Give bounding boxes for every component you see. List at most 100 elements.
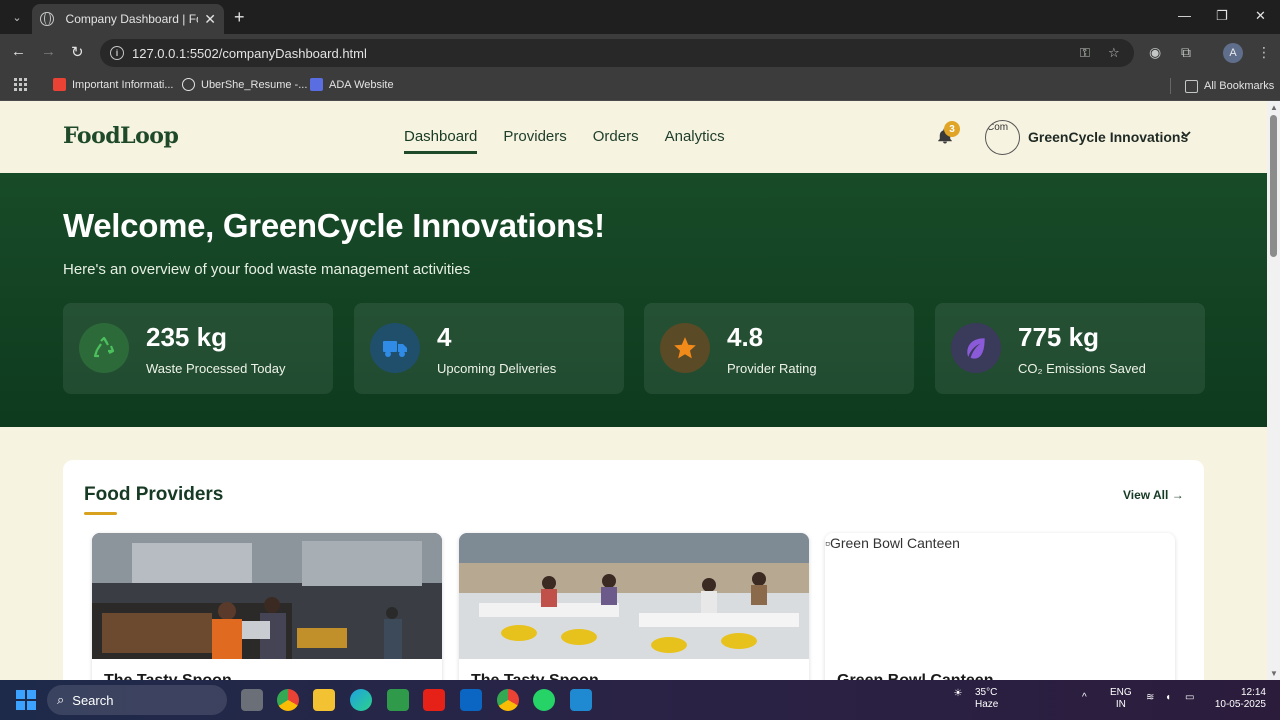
profile-avatar[interactable]: A	[1223, 43, 1243, 63]
view-all-link[interactable]: View All →	[1123, 488, 1184, 502]
whatsapp-icon[interactable]	[533, 689, 555, 711]
password-key-icon[interactable]: ⚿	[1080, 45, 1090, 61]
stat-value: 4	[437, 322, 452, 352]
language-indicator[interactable]: ENG IN	[1110, 687, 1132, 711]
all-bookmarks[interactable]: All Bookmarks	[1170, 78, 1274, 94]
extension-avatar-icon[interactable]: ◉	[1149, 44, 1161, 61]
browser-tab[interactable]: Company Dashboard | FoodLoop ✕	[32, 4, 224, 34]
provider-name: Green Bowl Canteen	[837, 672, 993, 680]
maximize-icon[interactable]: ❐	[1216, 8, 1228, 24]
section-title: Food Providers	[84, 484, 224, 505]
truck-icon	[370, 323, 420, 373]
vscode-icon[interactable]	[570, 689, 592, 711]
folder-icon	[1185, 79, 1198, 93]
leaf-icon	[951, 323, 1001, 373]
page-viewport: FoodLoop Dashboard Providers Orders Anal…	[0, 101, 1267, 680]
bookmark-item-resume[interactable]: UberShe_Resume -...	[182, 78, 307, 91]
scroll-down-icon[interactable]: ▼	[1270, 669, 1278, 678]
search-icon: ⌕	[57, 692, 65, 707]
scrollbar-thumb[interactable]	[1270, 115, 1277, 257]
nav-analytics[interactable]: Analytics	[665, 128, 725, 154]
main-nav: Dashboard Providers Orders Analytics	[404, 128, 725, 154]
star-icon	[660, 323, 710, 373]
youtube-icon[interactable]	[423, 689, 445, 711]
bookmark-label: ADA Website	[329, 78, 394, 91]
provider-card[interactable]: ▫Green Bowl Canteen Green Bowl Canteen	[825, 533, 1175, 680]
page-scrollbar[interactable]: ▲ ▼	[1267, 101, 1280, 680]
task-view-icon[interactable]	[241, 689, 263, 711]
site-info-icon[interactable]: i	[110, 46, 124, 60]
github-icon	[182, 78, 195, 91]
bookmark-label: Important Informati...	[72, 78, 174, 91]
region-code: IN	[1115, 699, 1126, 710]
minimize-icon[interactable]: —	[1178, 8, 1191, 23]
tray-overflow-icon[interactable]: ^	[1082, 692, 1087, 704]
reload-icon[interactable]: ↻	[71, 43, 84, 61]
browser-toolbar: ← → ↻ i 127.0.0.1:5502/companyDashboard.…	[0, 34, 1280, 72]
chevron-down-icon[interactable]	[1180, 128, 1192, 143]
tab-title: Company Dashboard | FoodLoop	[65, 12, 199, 26]
broken-image-alt: ▫Green Bowl Canteen	[825, 535, 960, 551]
new-tab-icon[interactable]: +	[234, 7, 245, 28]
forward-icon[interactable]: →	[41, 43, 56, 60]
stat-value: 775 kg	[1018, 322, 1099, 352]
chrome-icon[interactable]	[277, 689, 299, 711]
stat-card-waste: 235 kg Waste Processed Today	[63, 303, 333, 394]
food-providers-section: Food Providers View All → ▫Green Bowl Ca…	[63, 460, 1204, 680]
avatar-alt-text: Com	[987, 122, 1009, 133]
address-bar[interactable]: i 127.0.0.1:5502/companyDashboard.html	[100, 39, 1134, 67]
battery-icon[interactable]: ▭	[1185, 692, 1194, 704]
weather-widget[interactable]: 35°C Haze	[975, 687, 998, 711]
recycle-icon	[79, 323, 129, 373]
view-all-label: View All	[1123, 488, 1169, 502]
bookmark-item-important[interactable]: Important Informati...	[53, 78, 173, 91]
browser-tab-strip: ⌄ Company Dashboard | FoodLoop ✕ + — ❐ ✕	[0, 0, 1280, 34]
file-explorer-icon[interactable]	[313, 689, 335, 711]
tab-search-icon[interactable]: ⌄	[6, 7, 28, 27]
stat-card-deliveries: 4 Upcoming Deliveries	[354, 303, 624, 394]
stat-value: 4.8	[727, 322, 764, 352]
bookmark-star-icon[interactable]: ☆	[1108, 45, 1120, 61]
windows-start-icon[interactable]	[16, 690, 36, 710]
weather-desc: Haze	[975, 699, 999, 710]
provider-name: The Tasty Spoon	[471, 672, 599, 680]
globe-icon	[40, 12, 54, 26]
back-icon[interactable]: ←	[11, 43, 26, 60]
linkedin-icon[interactable]	[460, 689, 482, 711]
company-avatar[interactable]: Com	[985, 120, 1020, 155]
provider-card[interactable]: The Tasty Spoon	[459, 533, 809, 680]
site-logo[interactable]: FoodLoop	[63, 123, 179, 149]
edge-icon[interactable]	[350, 689, 372, 711]
url-text: 127.0.0.1:5502/companyDashboard.html	[132, 45, 367, 61]
system-clock[interactable]: 12:14 10-05-2025	[1208, 687, 1266, 711]
nav-orders[interactable]: Orders	[593, 128, 639, 154]
gmail-icon	[53, 78, 66, 91]
stat-card-rating: 4.8 Provider Rating	[644, 303, 914, 394]
volume-icon[interactable]: ◖	[1165, 692, 1171, 704]
notification-badge: 3	[944, 121, 960, 137]
weather-temp: 35°C	[975, 687, 998, 698]
company-name[interactable]: GreenCycle Innovations	[1028, 129, 1188, 145]
bookmark-item-ada[interactable]: ADA Website	[310, 78, 394, 91]
nav-dashboard[interactable]: Dashboard	[404, 128, 478, 154]
extensions-icon[interactable]: ⧉	[1181, 44, 1191, 61]
taskbar-search[interactable]: ⌕ Search	[47, 685, 227, 715]
stat-value: 235 kg	[146, 322, 227, 352]
stat-label: Waste Processed Today	[146, 361, 286, 376]
scroll-up-icon[interactable]: ▲	[1270, 103, 1278, 112]
sheets-icon[interactable]	[387, 689, 409, 711]
bookmark-label: UberShe_Resume -...	[201, 78, 308, 91]
welcome-title: Welcome, GreenCycle Innovations!	[63, 207, 605, 244]
taskbar-search-label: Search	[72, 692, 114, 708]
weather-icon[interactable]: ☀	[948, 688, 968, 700]
chrome-active-icon[interactable]	[497, 689, 519, 711]
nav-providers[interactable]: Providers	[503, 128, 566, 154]
all-bookmarks-label: All Bookmarks	[1204, 80, 1275, 92]
wifi-icon[interactable]: ≋	[1146, 692, 1154, 704]
window-close-icon[interactable]: ✕	[1255, 8, 1266, 24]
site-header: FoodLoop Dashboard Providers Orders Anal…	[0, 101, 1267, 173]
apps-grid-icon[interactable]	[14, 78, 28, 92]
provider-card[interactable]: The Tasty Spoon	[92, 533, 442, 680]
menu-kebab-icon[interactable]: ⋮	[1257, 44, 1271, 61]
tab-close-icon[interactable]: ✕	[204, 11, 216, 28]
